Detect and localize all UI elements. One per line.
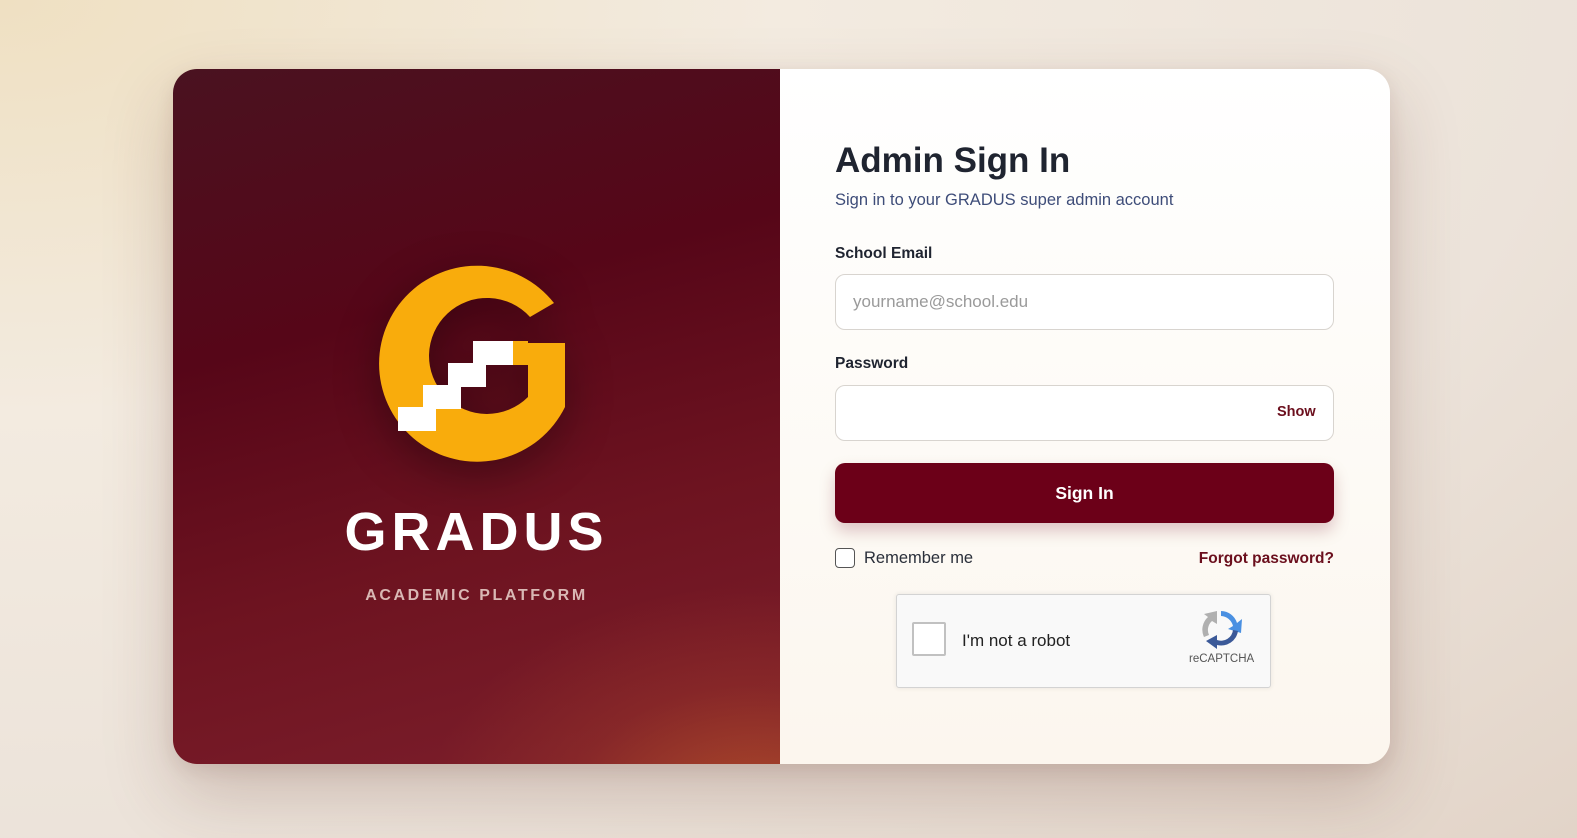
email-label: School Email <box>835 245 933 262</box>
password-label: Password <box>835 355 909 372</box>
remember-me: Remember me <box>835 548 973 568</box>
brand-panel: GRADUS ACADEMIC PLATFORM <box>173 69 780 764</box>
recaptcha-label: I'm not a robot <box>962 631 1071 650</box>
recaptcha-icon <box>1202 611 1242 649</box>
page-subtitle: Sign in to your GRADUS super admin accou… <box>835 191 1174 209</box>
sign-in-form: Admin Sign In Sign in to your GRADUS sup… <box>780 69 1390 764</box>
sign-in-button[interactable]: Sign In <box>835 463 1334 523</box>
recaptcha-checkbox[interactable] <box>912 622 946 656</box>
email-field[interactable] <box>835 274 1334 330</box>
password-field[interactable] <box>835 385 1334 441</box>
gradus-logo-icon <box>379 265 565 462</box>
show-password-button[interactable]: Show <box>1277 404 1316 420</box>
page-title: Admin Sign In <box>835 141 1071 180</box>
remember-me-label[interactable]: Remember me <box>864 549 973 568</box>
brand-tagline: ACADEMIC PLATFORM <box>365 587 588 604</box>
recaptcha-widget: I'm not a robot reCAPTCHA <box>896 594 1271 688</box>
brand-name: GRADUS <box>344 502 609 562</box>
recaptcha-brand: reCAPTCHA <box>1189 653 1255 665</box>
login-card: GRADUS ACADEMIC PLATFORM Admin Sign In S… <box>173 69 1390 764</box>
forgot-password-link[interactable]: Forgot password? <box>1199 550 1334 568</box>
remember-me-checkbox[interactable] <box>835 548 855 568</box>
